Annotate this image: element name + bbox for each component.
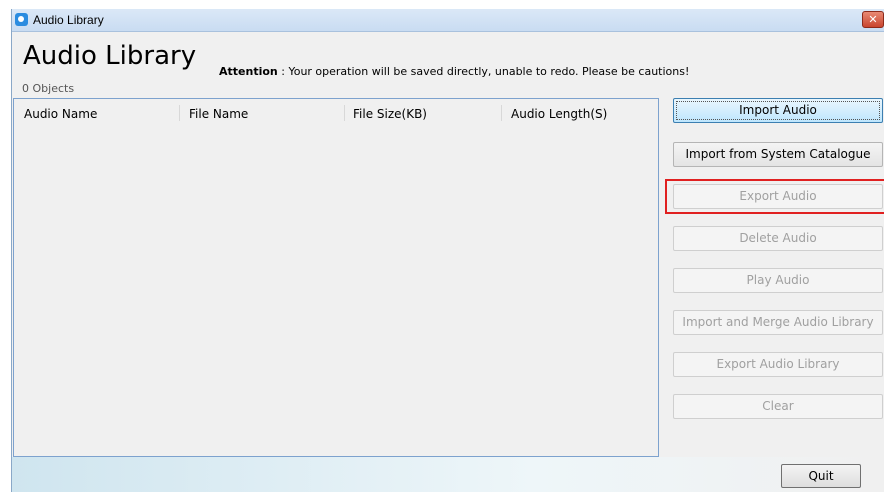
column-separator[interactable] xyxy=(501,105,502,121)
column-header-file-size[interactable]: File Size(KB) xyxy=(353,107,427,121)
column-header-audio-name[interactable]: Audio Name xyxy=(24,107,97,121)
column-header-audio-length[interactable]: Audio Length(S) xyxy=(511,107,607,121)
import-audio-button[interactable]: Import Audio xyxy=(673,98,883,123)
app-icon xyxy=(15,13,28,26)
close-icon: ✕ xyxy=(868,13,878,26)
play-audio-button[interactable]: Play Audio xyxy=(673,268,883,293)
delete-audio-button[interactable]: Delete Audio xyxy=(673,226,883,251)
quit-button[interactable]: Quit xyxy=(781,464,861,488)
attention-text: : Your operation will be saved directly,… xyxy=(277,65,690,78)
attention-notice: Attention : Your operation will be saved… xyxy=(219,65,689,78)
export-audio-highlight xyxy=(665,179,884,214)
attention-label: Attention xyxy=(219,65,278,78)
audio-list[interactable]: Audio Name File Name File Size(KB) Audio… xyxy=(13,98,659,457)
close-button[interactable]: ✕ xyxy=(862,11,884,28)
column-header-file-name[interactable]: File Name xyxy=(189,107,248,121)
export-audio-library-button[interactable]: Export Audio Library xyxy=(673,352,883,377)
import-merge-audio-library-button[interactable]: Import and Merge Audio Library xyxy=(673,310,883,335)
page-title: Audio Library xyxy=(23,41,197,71)
title-bar[interactable]: Audio Library ✕ xyxy=(12,9,884,32)
object-count: 0 Objects xyxy=(22,82,75,95)
column-separator[interactable] xyxy=(344,105,345,121)
audio-library-window: Audio Library ✕ Audio Library Attention … xyxy=(11,9,884,492)
window-title: Audio Library xyxy=(33,13,104,27)
clear-button[interactable]: Clear xyxy=(673,394,883,419)
footer-bar xyxy=(12,457,884,492)
focus-outline xyxy=(676,101,880,120)
column-separator[interactable] xyxy=(179,105,180,121)
import-from-system-catalogue-button[interactable]: Import from System Catalogue xyxy=(673,142,883,167)
